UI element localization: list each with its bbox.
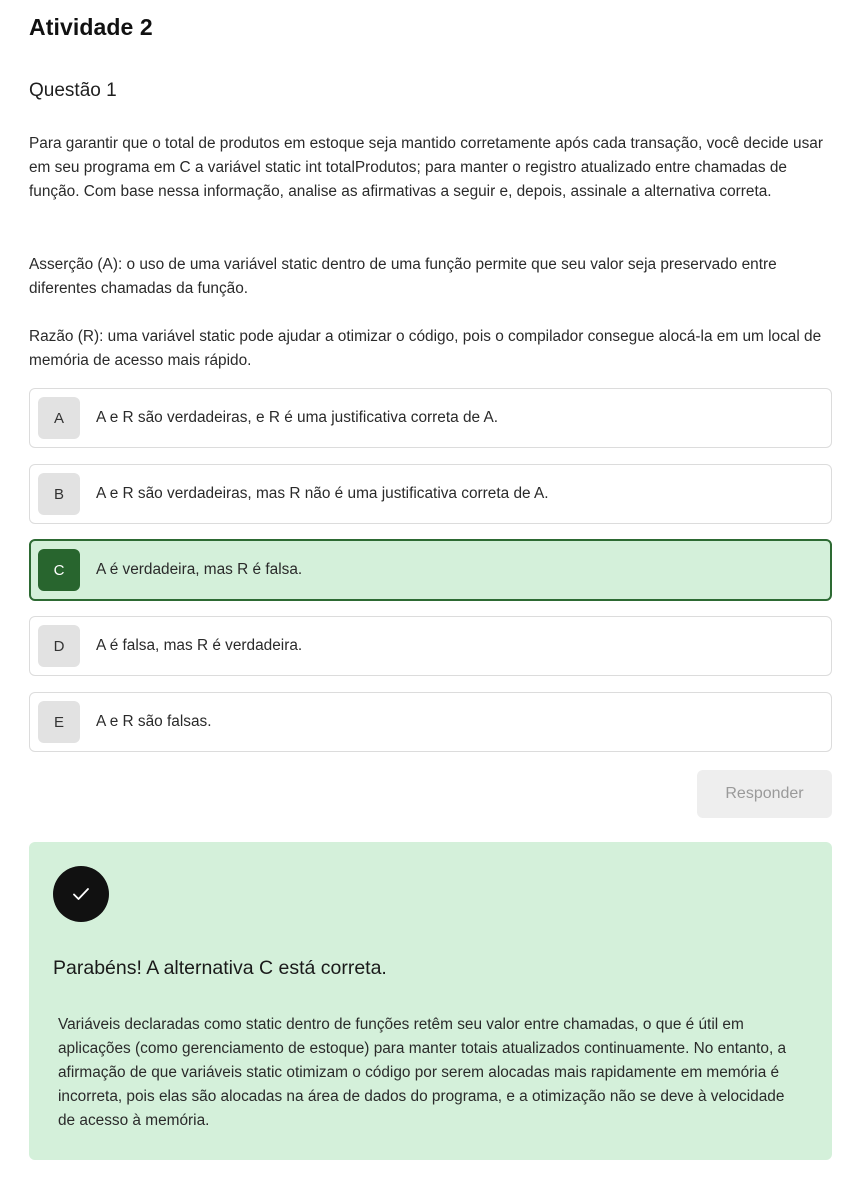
- feedback-title: Parabéns! A alternativa C está correta.: [53, 957, 387, 979]
- option-b[interactable]: B A e R são verdadeiras, mas R não é uma…: [29, 464, 832, 524]
- option-letter: B: [38, 473, 80, 515]
- option-text: A e R são verdadeiras, mas R não é uma j…: [96, 485, 549, 502]
- option-text: A é falsa, mas R é verdadeira.: [96, 637, 303, 654]
- option-c[interactable]: C A é verdadeira, mas R é falsa.: [29, 539, 832, 601]
- feedback-text: Variáveis declaradas como static dentro …: [58, 1016, 787, 1129]
- option-a[interactable]: A A e R são verdadeiras, e R é uma justi…: [29, 388, 832, 448]
- question-title: Questão 1: [29, 80, 117, 101]
- option-letter: D: [38, 625, 80, 667]
- option-letter: E: [38, 701, 80, 743]
- option-text: A é verdadeira, mas R é falsa.: [96, 561, 303, 578]
- reason-text: Razão (R): uma variável static pode ajud…: [29, 328, 822, 369]
- option-text: A e R são verdadeiras, e R é uma justifi…: [96, 409, 499, 426]
- activity-title: Atividade 2: [29, 14, 153, 40]
- assertion-text: Asserção (A): o uso de uma variável stat…: [29, 256, 777, 297]
- check-icon: [53, 866, 109, 922]
- option-d[interactable]: D A é falsa, mas R é verdadeira.: [29, 616, 832, 676]
- feedback-panel: Parabéns! A alternativa C está correta. …: [29, 842, 832, 1160]
- option-letter: A: [38, 397, 80, 439]
- options-list: A A e R são verdadeiras, e R é uma justi…: [29, 388, 832, 768]
- option-text: A e R são falsas.: [96, 713, 212, 730]
- option-e[interactable]: E A e R são falsas.: [29, 692, 832, 752]
- option-letter: C: [38, 549, 80, 591]
- question-statement: Para garantir que o total de produtos em…: [29, 135, 823, 200]
- respond-button[interactable]: Responder: [697, 770, 832, 818]
